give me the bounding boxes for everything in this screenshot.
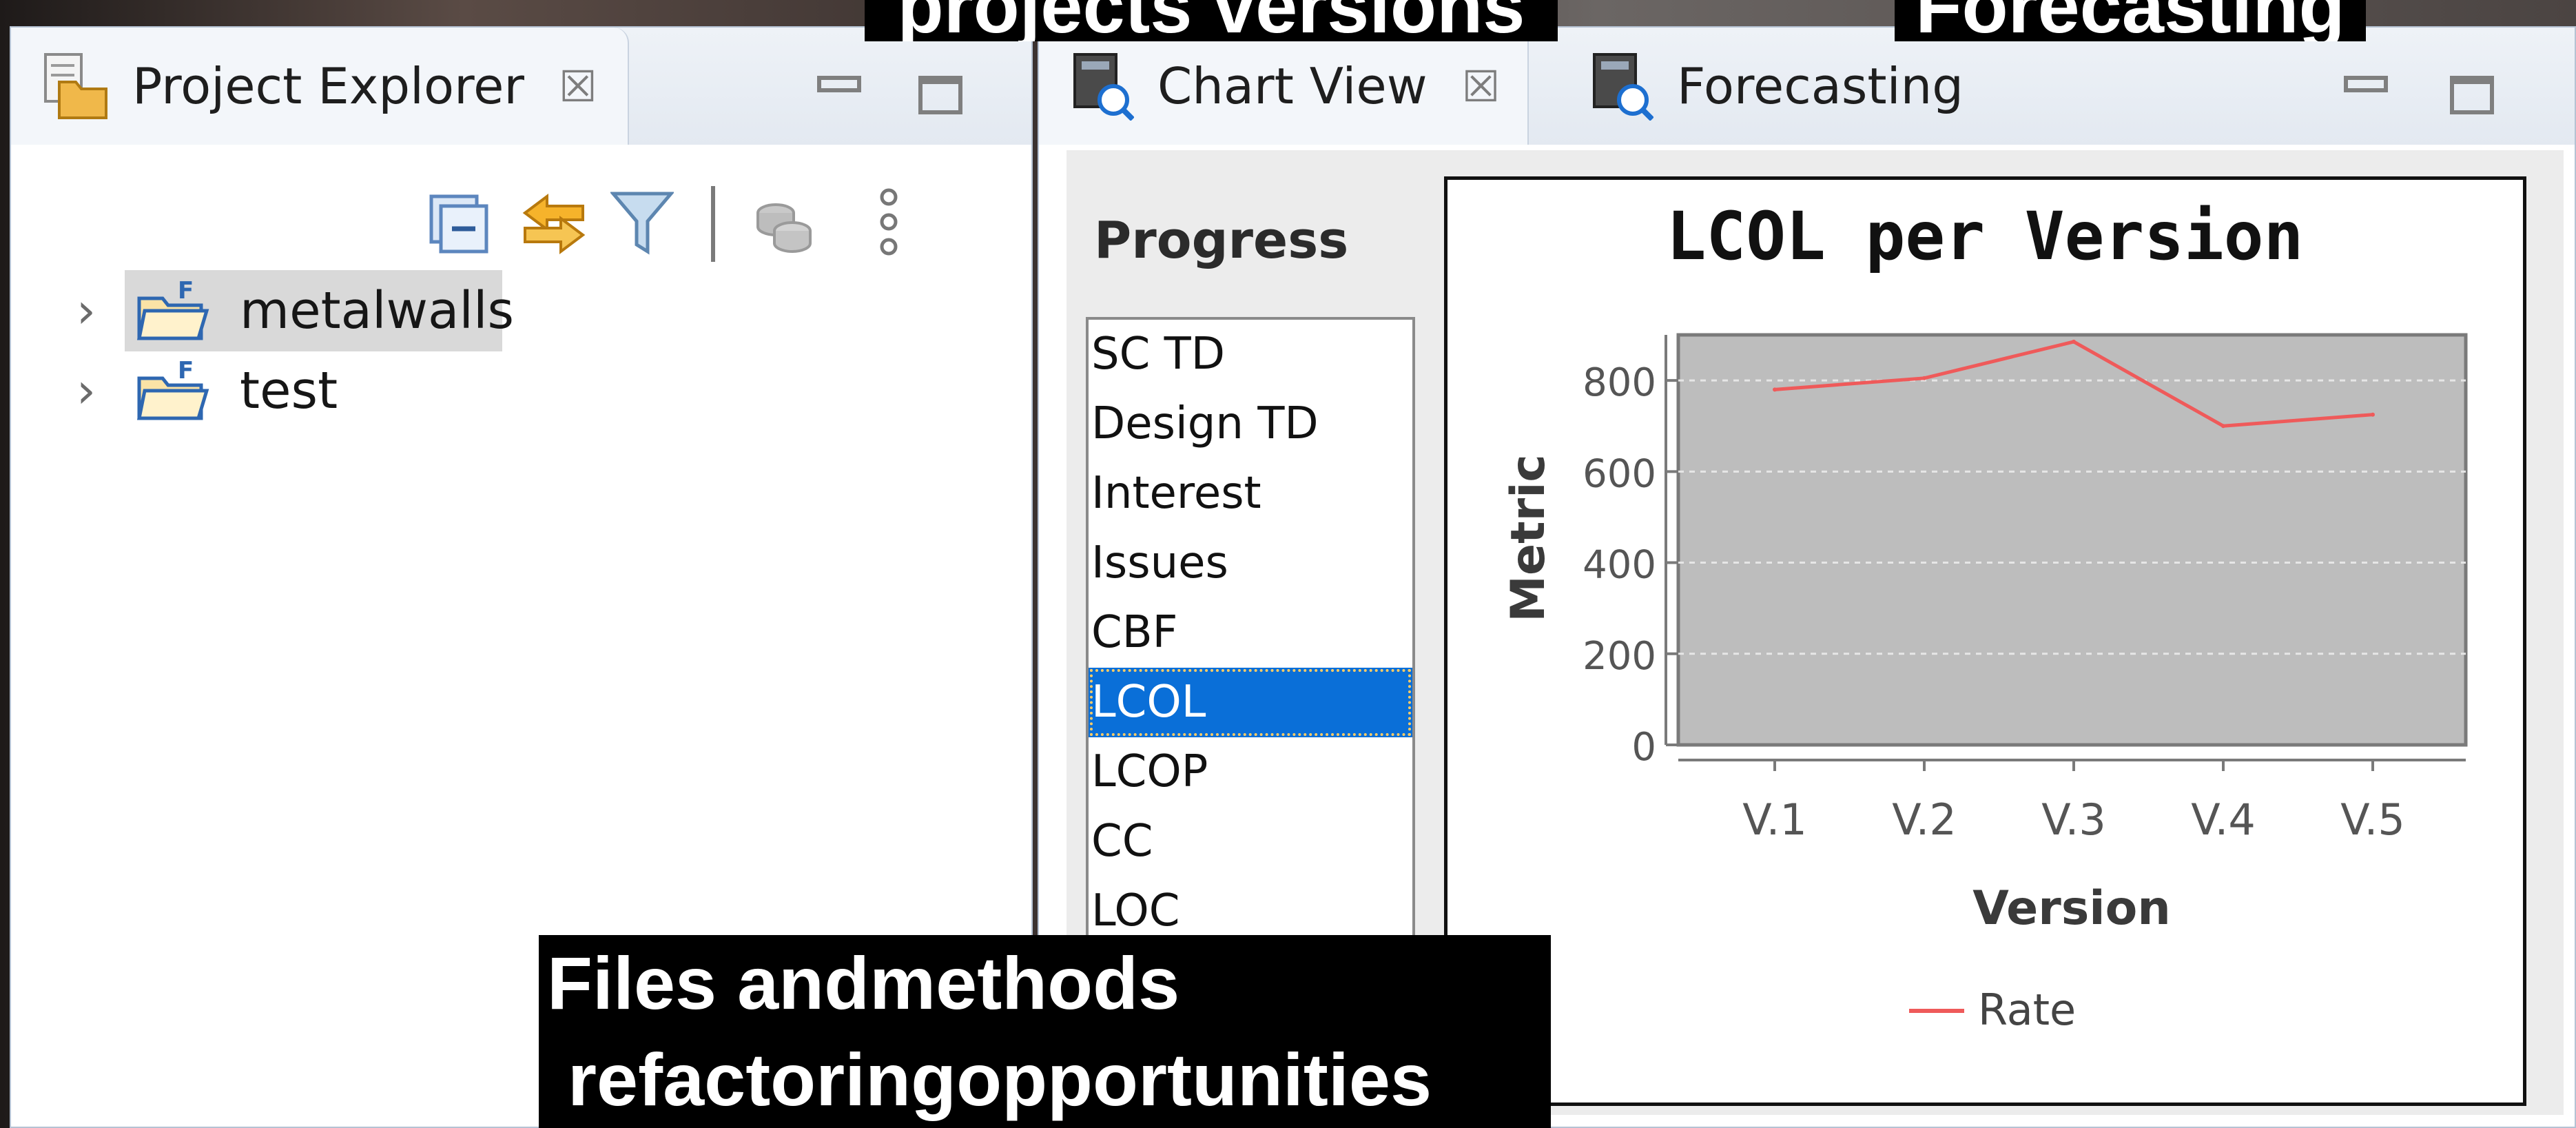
caption-forecasting: Forecasting [1895, 0, 2366, 41]
chevron-right-icon[interactable]: › [76, 283, 118, 339]
caption-line-1: Files andmethods [547, 941, 1180, 1025]
chart-view-icon [1073, 53, 1134, 121]
filter-icon[interactable] [608, 186, 677, 262]
x-axis-label: Version [1972, 881, 2170, 936]
y-axis-label: Metric [1501, 454, 1556, 622]
x-tick-label: V.1 [1742, 794, 1807, 845]
svg-text:F: F [178, 278, 194, 305]
tree-item-metalwalls[interactable]: › F metalwalls [76, 270, 524, 351]
y-tick-label: 400 [1583, 543, 1656, 588]
caption-refactoring: Files andmethods refactoringopportunitie… [539, 935, 1551, 1128]
y-tick-label: 800 [1583, 360, 1656, 405]
tab-chart-view-label: Chart View [1157, 57, 1428, 115]
y-tick-label: 200 [1583, 634, 1656, 679]
close-icon[interactable]: ☒ [559, 61, 597, 112]
data-point [1922, 376, 1926, 380]
link-with-editor-icon[interactable] [519, 186, 588, 262]
caption-projects-versions: projects versions [865, 0, 1558, 41]
chart-frame: LCOL per Version 0 200 400 600 800 V.1 V.2 V.3 V.… [1444, 176, 2526, 1106]
data-point [1773, 387, 1777, 392]
sync-icon[interactable] [750, 186, 818, 262]
tree-item-test[interactable]: › F test [76, 350, 347, 431]
y-tick-label: 0 [1631, 725, 1656, 770]
metric-list-item[interactable]: SC TD [1089, 320, 1412, 389]
metric-list-item[interactable]: Issues [1089, 529, 1412, 598]
forecasting-icon [1593, 53, 1653, 121]
metric-list-item[interactable]: CBF [1089, 598, 1412, 668]
lcol-line-chart: LCOL per Version 0 200 400 600 800 V.1 V.2 V.3 V.… [1501, 198, 2468, 1035]
tab-project-explorer[interactable]: Project Explorer ☒ [11, 28, 629, 145]
caption-line-2: refactoringopportunities [547, 1038, 1432, 1121]
x-tick-label: V.3 [2041, 794, 2106, 845]
x-tick-label: V.2 [1892, 794, 1957, 845]
metric-list-item[interactable]: LCOL [1089, 668, 1412, 737]
minimize-button[interactable] [817, 76, 861, 92]
legend-label: Rate [1978, 985, 2076, 1035]
chart-tab-bar: Chart View ☒ Forecasting [1039, 28, 2575, 145]
collapse-all-icon[interactable] [424, 186, 493, 262]
plot-area [1676, 333, 2468, 747]
svg-text:F: F [178, 358, 194, 384]
maximize-button[interactable] [2450, 76, 2494, 114]
metric-list-item[interactable]: Design TD [1089, 389, 1412, 459]
data-point [2072, 339, 2076, 344]
progress-label: Progress [1094, 211, 1349, 270]
metric-list-item[interactable]: Interest [1089, 459, 1412, 529]
explorer-toolbar [424, 183, 923, 265]
chevron-right-icon[interactable]: › [76, 362, 118, 419]
project-folder-icon: F [136, 278, 209, 340]
metric-list-item[interactable]: CC [1089, 807, 1412, 876]
tree-item-label: metalwalls [240, 281, 515, 340]
x-tick-label: V.5 [2340, 794, 2405, 845]
x-tick-label: V.4 [2191, 794, 2256, 845]
tab-forecasting[interactable]: Forecasting [1587, 28, 1984, 145]
tab-forecasting-label: Forecasting [1677, 57, 1964, 115]
metric-list-item[interactable]: LCOP [1089, 737, 1412, 807]
project-explorer-icon [44, 53, 107, 119]
toolbar-separator [711, 186, 715, 262]
close-icon[interactable]: ☒ [1462, 61, 1501, 112]
data-point [2371, 412, 2375, 417]
project-folder-icon: F [136, 358, 209, 420]
data-point [2221, 424, 2225, 429]
maximize-button[interactable] [918, 76, 962, 114]
minimize-button[interactable] [2344, 76, 2388, 92]
tab-project-explorer-label: Project Explorer [132, 57, 525, 115]
tab-chart-view[interactable]: Chart View ☒ [1039, 28, 1529, 145]
y-tick-label: 600 [1583, 451, 1656, 496]
chart-title: LCOL per Version [1667, 198, 2304, 275]
explorer-tab-bar: Project Explorer ☒ [11, 28, 1031, 145]
tree-item-label: test [240, 361, 338, 420]
view-menu-icon[interactable] [854, 186, 923, 262]
